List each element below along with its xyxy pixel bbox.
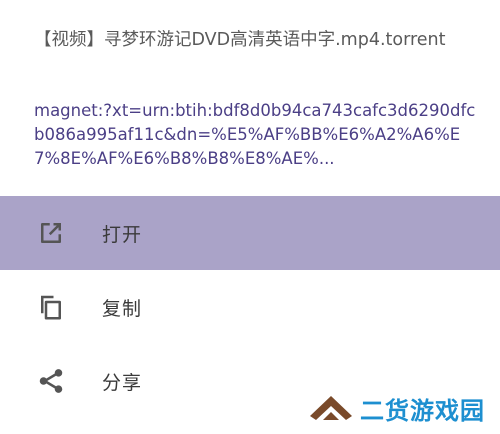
file-title: 【视频】寻梦环游记DVD高清英语中字.mp4.torrent	[34, 30, 446, 50]
menu-item-copy[interactable]: 复制	[0, 270, 500, 344]
open-external-icon	[36, 218, 66, 248]
menu-item-share-label: 分享	[102, 371, 143, 394]
menu-item-open-label: 打开	[102, 223, 143, 246]
magnet-link-text[interactable]: magnet:?xt=urn:btih:bdf8d0b94ca743cafc3d…	[34, 99, 480, 171]
share-icon	[36, 366, 66, 396]
watermark-text: 二货游戏园	[360, 396, 485, 425]
chevron-logo-icon	[308, 390, 354, 426]
bottom-sheet: 【视频】寻梦环游记DVD高清英语中字.mp4.torrent magnet:?x…	[0, 0, 500, 434]
copy-icon	[36, 292, 66, 322]
menu-item-copy-label: 复制	[102, 297, 143, 320]
menu-item-open[interactable]: 打开	[0, 196, 500, 270]
watermark: 二货游戏园	[308, 390, 485, 426]
